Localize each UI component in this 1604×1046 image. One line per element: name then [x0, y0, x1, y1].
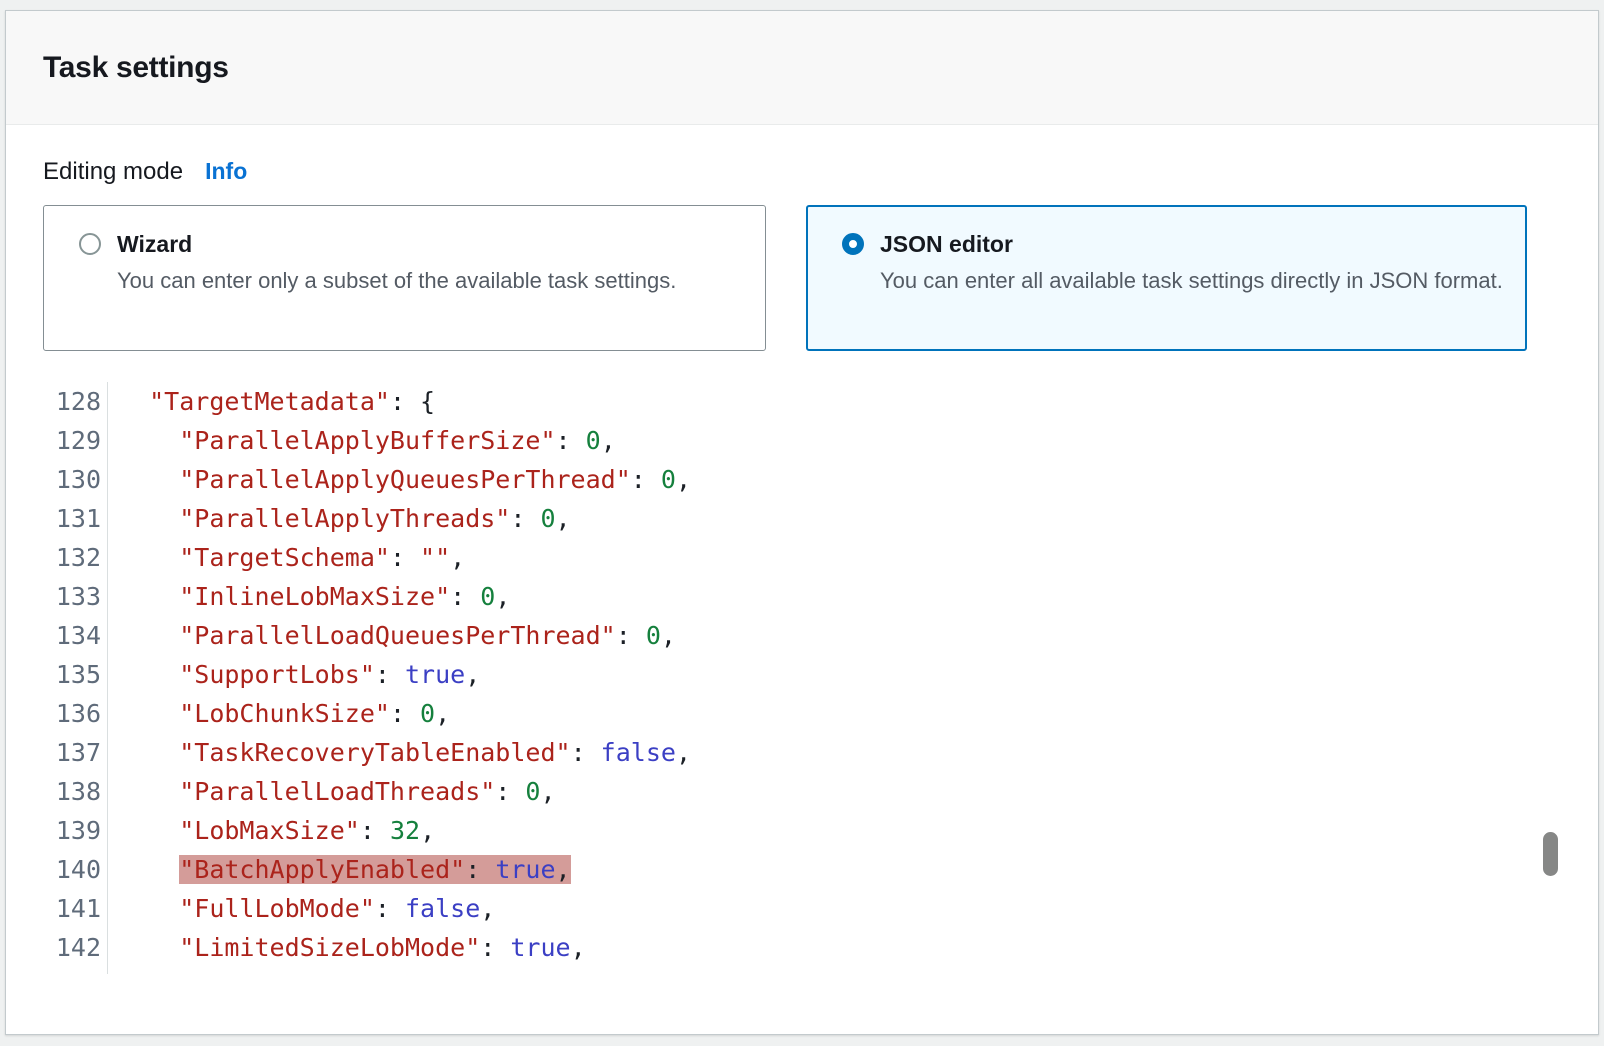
- json-editor-label: JSON editor: [880, 229, 1503, 259]
- line-number: 132: [43, 538, 107, 577]
- json-value: 32: [390, 816, 420, 845]
- code-line-text: "InlineLobMaxSize": 0,: [107, 582, 510, 611]
- code-line-text: "LimitedSizeLobMode": true,: [107, 933, 586, 962]
- editing-mode-card-json-editor[interactable]: JSON editor You can enter all available …: [806, 205, 1527, 351]
- line-number: 140: [43, 850, 107, 889]
- code-line-text: "ParallelApplyQueuesPerThread": 0,: [107, 465, 691, 494]
- wizard-label: Wizard: [117, 229, 676, 259]
- json-value: 0: [586, 426, 601, 455]
- json-key: "ParallelLoadQueuesPerThread": [179, 621, 616, 650]
- editing-mode-label: Editing mode: [43, 158, 183, 186]
- line-number: 134: [43, 616, 107, 655]
- json-value: true: [405, 660, 465, 689]
- json-value: 0: [480, 582, 495, 611]
- json-key: "ParallelApplyBufferSize": [179, 426, 555, 455]
- json-editor-card-text: JSON editor You can enter all available …: [880, 229, 1503, 349]
- code-line-130[interactable]: 130 "ParallelApplyQueuesPerThread": 0,: [43, 460, 1558, 499]
- json-editor-description: You can enter all available task setting…: [880, 264, 1503, 297]
- code-line-text: "LobChunkSize": 0,: [107, 699, 450, 728]
- code-line-133[interactable]: 133 "InlineLobMaxSize": 0,: [43, 577, 1558, 616]
- line-number: 129: [43, 421, 107, 460]
- json-key: "SupportLobs": [179, 660, 375, 689]
- json-value: 0: [646, 621, 661, 650]
- json-value: 0: [420, 699, 435, 728]
- json-value: "": [420, 543, 450, 572]
- json-value: {: [420, 387, 435, 416]
- code-line-134[interactable]: 134 "ParallelLoadQueuesPerThread": 0,: [43, 616, 1558, 655]
- code-line-142[interactable]: 142 "LimitedSizeLobMode": true,: [43, 928, 1558, 967]
- info-link[interactable]: Info: [205, 158, 247, 185]
- code-editor[interactable]: 128 "TargetMetadata": {129 "ParallelAppl…: [43, 382, 1558, 1004]
- editing-mode-row: Editing mode Info: [43, 158, 1598, 186]
- panel-header: Task settings: [6, 11, 1598, 125]
- code-line-text: "LobMaxSize": 32,: [107, 816, 435, 845]
- code-line-137[interactable]: 137 "TaskRecoveryTableEnabled": false,: [43, 733, 1558, 772]
- json-key: "ParallelApplyQueuesPerThread": [179, 465, 631, 494]
- line-number: 137: [43, 733, 107, 772]
- line-number: 130: [43, 460, 107, 499]
- code-line-131[interactable]: 131 "ParallelApplyThreads": 0,: [43, 499, 1558, 538]
- code-lines: 128 "TargetMetadata": {129 "ParallelAppl…: [43, 382, 1558, 967]
- line-number: 131: [43, 499, 107, 538]
- code-line-text: "TargetMetadata": {: [107, 387, 435, 416]
- code-line-141[interactable]: 141 "FullLobMode": false,: [43, 889, 1558, 928]
- line-number: 135: [43, 655, 107, 694]
- code-line-text: "TargetSchema": "",: [107, 543, 465, 572]
- json-value: true: [495, 855, 555, 884]
- json-editor-radio[interactable]: [842, 233, 864, 255]
- json-value: false: [405, 894, 480, 923]
- page-title: Task settings: [43, 51, 229, 85]
- scrollbar-thumb[interactable]: [1543, 832, 1558, 876]
- code-line-text: "TaskRecoveryTableEnabled": false,: [107, 738, 691, 767]
- json-key: "LobMaxSize": [179, 816, 360, 845]
- wizard-card-text: Wizard You can enter only a subset of th…: [117, 229, 676, 350]
- line-number: 138: [43, 772, 107, 811]
- editing-mode-options: Wizard You can enter only a subset of th…: [43, 205, 1598, 351]
- json-key: "LimitedSizeLobMode": [179, 933, 480, 962]
- code-line-140[interactable]: 140 "BatchApplyEnabled": true,: [43, 850, 1558, 889]
- code-line-text: "FullLobMode": false,: [107, 894, 495, 923]
- code-line-text: "BatchApplyEnabled": true,: [107, 855, 571, 884]
- json-value: true: [510, 933, 570, 962]
- editing-mode-card-wizard[interactable]: Wizard You can enter only a subset of th…: [43, 205, 766, 351]
- code-line-128[interactable]: 128 "TargetMetadata": {: [43, 382, 1558, 421]
- wizard-description: You can enter only a subset of the avail…: [117, 264, 676, 297]
- panel-content: Editing mode Info Wizard You can enter o…: [6, 158, 1598, 1004]
- json-key: "LobChunkSize": [179, 699, 390, 728]
- json-key: "TargetSchema": [179, 543, 390, 572]
- json-key: "TaskRecoveryTableEnabled": [179, 738, 570, 767]
- code-line-135[interactable]: 135 "SupportLobs": true,: [43, 655, 1558, 694]
- json-key: "TargetMetadata": [149, 387, 390, 416]
- code-line-129[interactable]: 129 "ParallelApplyBufferSize": 0,: [43, 421, 1558, 460]
- json-key: "BatchApplyEnabled": [179, 855, 465, 884]
- line-number: 136: [43, 694, 107, 733]
- json-key: "ParallelApplyThreads": [179, 504, 510, 533]
- json-key: "ParallelLoadThreads": [179, 777, 495, 806]
- json-value: 0: [525, 777, 540, 806]
- code-line-text: "ParallelLoadThreads": 0,: [107, 777, 556, 806]
- json-key: "InlineLobMaxSize": [179, 582, 450, 611]
- highlighted-match: "BatchApplyEnabled": true,: [179, 855, 570, 884]
- json-value: false: [601, 738, 676, 767]
- line-number: 141: [43, 889, 107, 928]
- line-number: 142: [43, 928, 107, 967]
- code-line-text: "SupportLobs": true,: [107, 660, 480, 689]
- json-key: "FullLobMode": [179, 894, 375, 923]
- code-line-text: "ParallelApplyThreads": 0,: [107, 504, 571, 533]
- line-number: 128: [43, 382, 107, 421]
- task-settings-panel: Task settings Editing mode Info Wizard Y…: [5, 10, 1599, 1035]
- line-number: 133: [43, 577, 107, 616]
- code-line-139[interactable]: 139 "LobMaxSize": 32,: [43, 811, 1558, 850]
- line-number: 139: [43, 811, 107, 850]
- code-line-text: "ParallelLoadQueuesPerThread": 0,: [107, 621, 676, 650]
- json-value: 0: [540, 504, 555, 533]
- json-value: 0: [661, 465, 676, 494]
- code-line-132[interactable]: 132 "TargetSchema": "",: [43, 538, 1558, 577]
- code-line-136[interactable]: 136 "LobChunkSize": 0,: [43, 694, 1558, 733]
- wizard-radio[interactable]: [79, 233, 101, 255]
- code-line-138[interactable]: 138 "ParallelLoadThreads": 0,: [43, 772, 1558, 811]
- code-line-text: "ParallelApplyBufferSize": 0,: [107, 426, 616, 455]
